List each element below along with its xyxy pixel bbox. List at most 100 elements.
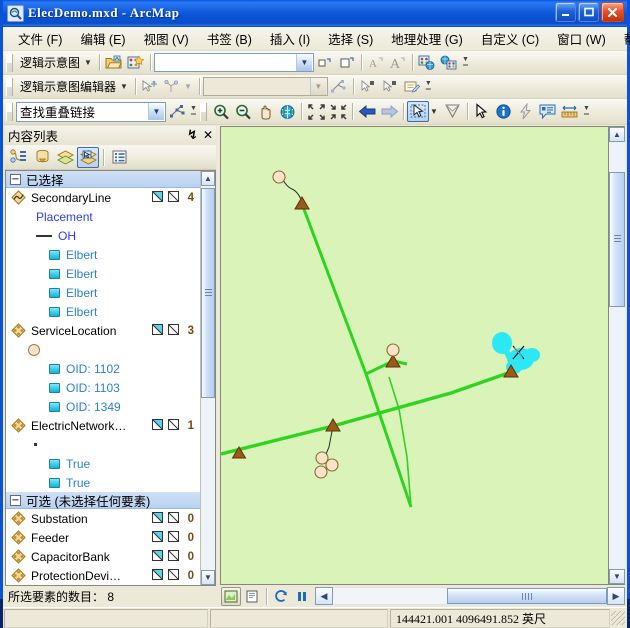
list-item[interactable]: OID: 1102 bbox=[6, 359, 200, 378]
toolbar-overflow-button[interactable]: ▼═ bbox=[581, 106, 592, 118]
toc-layer-feeder[interactable]: Feeder 0 bbox=[6, 528, 200, 547]
pan-tool[interactable] bbox=[254, 101, 276, 122]
menu-geoprocessing[interactable]: 地理处理 (G) bbox=[382, 26, 472, 51]
schematic-editor-combo[interactable]: ▼ bbox=[203, 77, 328, 96]
select-by-polygon-button[interactable] bbox=[442, 101, 464, 122]
list-item[interactable]: Elbert bbox=[6, 264, 200, 283]
clear-selection-icon[interactable] bbox=[168, 512, 179, 526]
toc-group-selected[interactable]: − 已选择 bbox=[6, 171, 200, 188]
select-all-features-icon[interactable] bbox=[152, 419, 163, 433]
scroll-thumb[interactable] bbox=[201, 188, 215, 398]
chevron-down-icon[interactable]: ▼ bbox=[119, 82, 132, 91]
scroll-thumb[interactable] bbox=[447, 588, 607, 604]
map-to-diagram-icon[interactable] bbox=[438, 52, 460, 73]
list-by-source-button[interactable] bbox=[31, 147, 53, 168]
layout-view-button[interactable] bbox=[242, 587, 262, 606]
select-all-features-icon[interactable] bbox=[152, 550, 163, 564]
chevron-down-icon[interactable]: ▼ bbox=[148, 103, 164, 120]
options-button[interactable] bbox=[108, 147, 130, 168]
menu-file[interactable]: 文件 (F) bbox=[9, 26, 71, 51]
menu-view[interactable]: 视图 (V) bbox=[135, 26, 198, 51]
toc-layer-electricnetwork[interactable]: ElectricNetwork… 1 bbox=[6, 416, 200, 435]
toolbar-grip[interactable] bbox=[200, 103, 207, 121]
diagram-to-map-icon[interactable] bbox=[416, 52, 438, 73]
toc-symbol-oh[interactable]: OH bbox=[6, 226, 200, 245]
chevron-down-icon[interactable]: ▼ bbox=[183, 82, 196, 91]
schematic-diagram-combo[interactable]: ▼ bbox=[154, 53, 314, 72]
toc-sublabel-placement[interactable]: Placement bbox=[6, 207, 200, 226]
chevron-down-icon[interactable]: ▼ bbox=[429, 107, 442, 116]
increase-font-icon[interactable]: A bbox=[387, 52, 409, 73]
toolbar-overflow-button[interactable]: ▼═ bbox=[460, 57, 471, 69]
list-by-selection-button[interactable] bbox=[77, 147, 99, 168]
close-icon[interactable]: ✕ bbox=[203, 128, 213, 142]
close-button[interactable] bbox=[601, 2, 624, 22]
toc-symbol-servicepoint[interactable] bbox=[6, 340, 200, 359]
scroll-track[interactable] bbox=[333, 587, 607, 605]
go-back-extent-button[interactable] bbox=[356, 101, 378, 122]
select-node-icon[interactable] bbox=[357, 76, 379, 97]
select-all-features-icon[interactable] bbox=[152, 512, 163, 526]
scroll-track[interactable] bbox=[609, 142, 625, 569]
identify-tool[interactable] bbox=[493, 101, 515, 122]
clear-selection-icon[interactable] bbox=[168, 550, 179, 564]
properties-icon[interactable] bbox=[401, 76, 423, 97]
toc-symbol-electricnetwork[interactable] bbox=[6, 435, 200, 454]
toc-group-selectable[interactable]: − 可选 (未选择任何要素) bbox=[6, 492, 200, 509]
list-by-drawing-order-button[interactable] bbox=[8, 147, 30, 168]
list-by-visibility-button[interactable] bbox=[54, 147, 76, 168]
toolbar-grip[interactable] bbox=[6, 103, 13, 121]
clear-selection-icon[interactable] bbox=[168, 419, 179, 433]
collapse-icon[interactable]: − bbox=[10, 495, 21, 506]
select-features-tool[interactable] bbox=[407, 101, 429, 122]
zoom-in-tool[interactable] bbox=[210, 101, 232, 122]
chevron-down-icon[interactable]: ▼ bbox=[296, 54, 312, 71]
full-extent-button[interactable] bbox=[276, 101, 298, 122]
go-next-extent-button[interactable] bbox=[378, 101, 400, 122]
pin-icon[interactable]: ↯ bbox=[187, 127, 198, 143]
list-item[interactable]: Elbert bbox=[6, 245, 200, 264]
schematic-editor-menu-label[interactable]: 逻辑示意图编辑器 bbox=[16, 78, 119, 95]
toolbar-grip[interactable] bbox=[6, 78, 13, 96]
map-canvas[interactable] bbox=[220, 126, 609, 585]
clear-selection-icon[interactable] bbox=[168, 569, 179, 583]
select-all-features-icon[interactable] bbox=[152, 324, 163, 338]
menu-help[interactable]: 帮助 (H) bbox=[615, 26, 630, 51]
clear-selection-icon[interactable] bbox=[168, 191, 179, 205]
maximize-button[interactable] bbox=[578, 2, 599, 22]
toc-layer-secondaryline[interactable]: SecondaryLine 4 bbox=[6, 188, 200, 207]
measure-tool[interactable] bbox=[559, 101, 581, 122]
toc-vertical-scrollbar[interactable]: ▲ ▼ bbox=[200, 171, 215, 585]
menu-edit[interactable]: 编辑 (E) bbox=[71, 26, 134, 51]
toc-layer-substation[interactable]: Substation 0 bbox=[6, 509, 200, 528]
data-view-button[interactable] bbox=[221, 587, 241, 606]
chevron-down-icon[interactable]: ▼ bbox=[83, 58, 96, 67]
find-overlapping-links-combo[interactable]: 查找重叠链接 ▼ bbox=[16, 102, 166, 122]
menu-customize[interactable]: 自定义 (C) bbox=[472, 26, 548, 51]
scroll-down-button[interactable]: ▼ bbox=[609, 569, 625, 584]
schematic-menu-label[interactable]: 逻辑示意图 bbox=[16, 54, 83, 71]
select-all-features-icon[interactable] bbox=[152, 191, 163, 205]
clear-selection-icon[interactable] bbox=[168, 531, 179, 545]
scroll-up-button[interactable]: ▲ bbox=[609, 127, 625, 142]
select-link-icon[interactable] bbox=[379, 76, 401, 97]
list-item[interactable]: OID: 1103 bbox=[6, 378, 200, 397]
toc-tree[interactable]: − 已选择 SecondaryLine bbox=[5, 170, 216, 586]
minimize-button[interactable] bbox=[555, 2, 576, 22]
html-popup-tool[interactable] bbox=[537, 101, 559, 122]
smart-tree-layout-icon[interactable] bbox=[161, 76, 183, 97]
scroll-left-button[interactable]: ◀ bbox=[315, 587, 333, 605]
menu-insert[interactable]: 插入 (I) bbox=[261, 26, 319, 51]
select-all-features-icon[interactable] bbox=[152, 569, 163, 583]
scroll-up-button[interactable]: ▲ bbox=[201, 171, 215, 186]
map-vertical-scrollbar[interactable]: ▲ ▼ bbox=[609, 126, 625, 585]
new-diagram-icon[interactable] bbox=[125, 52, 147, 73]
toc-layer-protectiondevice[interactable]: ProtectionDevi… 0 bbox=[6, 566, 200, 585]
map-horizontal-scrollbar[interactable]: ◀ ▶ bbox=[315, 587, 625, 606]
scroll-right-button[interactable]: ▶ bbox=[607, 587, 625, 605]
menu-selection[interactable]: 选择 (S) bbox=[319, 26, 382, 51]
toolbar-grip[interactable] bbox=[6, 54, 13, 72]
enlarge-symbol-icon[interactable] bbox=[336, 52, 358, 73]
reduce-symbol-icon[interactable] bbox=[314, 52, 336, 73]
scroll-down-button[interactable]: ▼ bbox=[201, 570, 215, 585]
